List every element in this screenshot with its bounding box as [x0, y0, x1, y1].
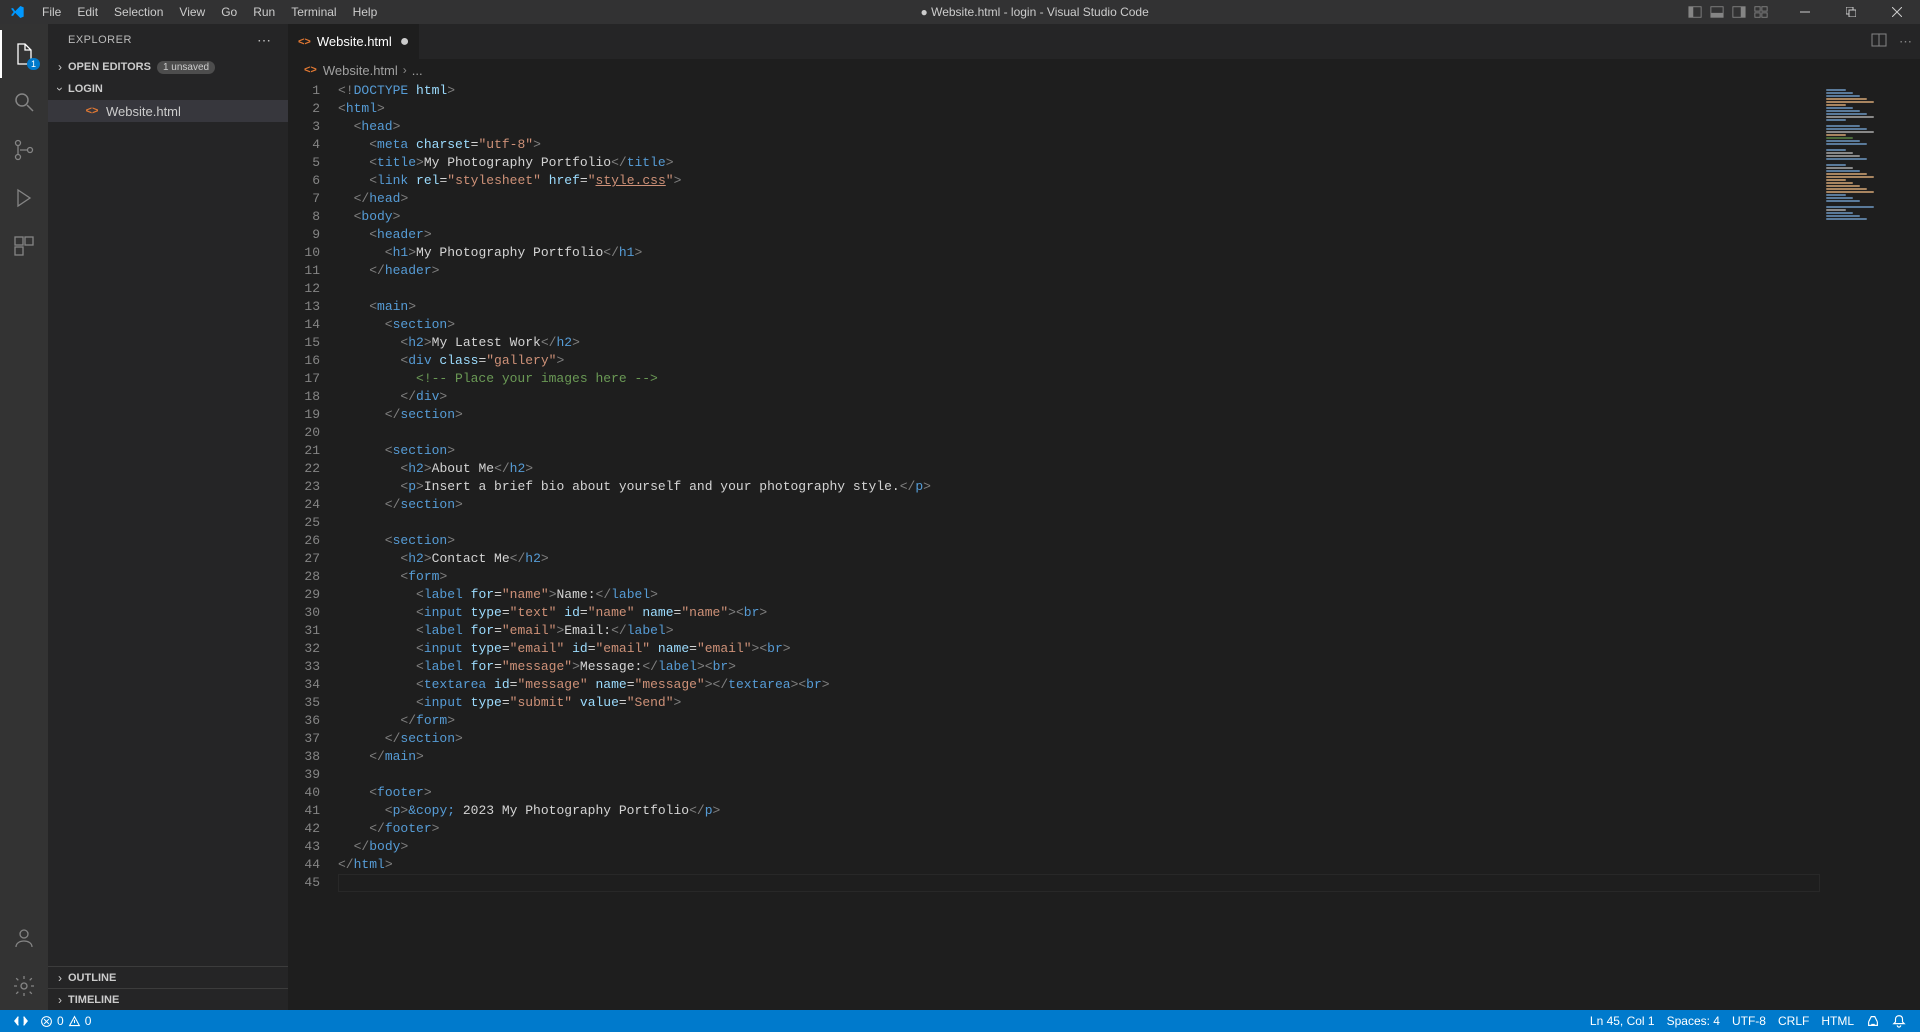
- notifications-icon[interactable]: [1886, 1014, 1912, 1028]
- menu-file[interactable]: File: [34, 0, 69, 24]
- indentation[interactable]: Spaces: 4: [1661, 1014, 1726, 1028]
- language-mode[interactable]: HTML: [1815, 1014, 1860, 1028]
- encoding[interactable]: UTF-8: [1726, 1014, 1772, 1028]
- close-button[interactable]: [1874, 0, 1920, 24]
- outline-section[interactable]: › OUTLINE: [48, 966, 288, 988]
- outline-label: OUTLINE: [68, 972, 116, 984]
- status-bar: 0 0 Ln 45, Col 1 Spaces: 4 UTF-8 CRLF HT…: [0, 1010, 1920, 1032]
- chevron-right-icon: ›: [52, 993, 68, 1007]
- menu-run[interactable]: Run: [245, 0, 283, 24]
- file-tree-item[interactable]: <> Website.html: [48, 100, 288, 122]
- activity-accounts[interactable]: [0, 914, 48, 962]
- dirty-indicator-icon: ●: [400, 33, 410, 51]
- explorer-sidebar: EXPLORER ⋯ › OPEN EDITORS 1 unsaved › LO…: [48, 24, 288, 1010]
- timeline-section[interactable]: › TIMELINE: [48, 988, 288, 1010]
- activity-extensions[interactable]: [0, 222, 48, 270]
- chevron-right-icon: ›: [52, 971, 68, 985]
- feedback-icon[interactable]: [1860, 1014, 1886, 1028]
- menu-help[interactable]: Help: [345, 0, 386, 24]
- activity-run-debug[interactable]: [0, 174, 48, 222]
- toggle-secondary-sidebar-icon[interactable]: [1728, 5, 1750, 19]
- vscode-logo-icon: [0, 4, 34, 20]
- folder-section[interactable]: › LOGIN: [48, 78, 288, 100]
- open-editors-label: OPEN EDITORS: [68, 61, 151, 73]
- line-numbers: 1234567891011121314151617181920212223242…: [288, 81, 338, 1010]
- file-name: Website.html: [106, 104, 181, 119]
- explorer-more-icon[interactable]: ⋯: [257, 32, 272, 49]
- chevron-down-icon: ›: [53, 81, 67, 97]
- titlebar: FileEditSelectionViewGoRunTerminalHelp ●…: [0, 0, 1920, 24]
- remote-button[interactable]: [8, 1010, 34, 1032]
- explorer-header: EXPLORER ⋯: [48, 24, 288, 56]
- breadcrumb-file: Website.html: [323, 63, 398, 78]
- activity-bar: 1: [0, 24, 48, 1010]
- explorer-title: EXPLORER: [68, 34, 132, 46]
- timeline-label: TIMELINE: [68, 994, 119, 1006]
- menu-view[interactable]: View: [171, 0, 213, 24]
- window-title: ● Website.html - login - Visual Studio C…: [385, 5, 1684, 19]
- tab-title: Website.html: [317, 34, 392, 49]
- breadcrumb[interactable]: <> Website.html › ...: [288, 59, 1920, 81]
- explorer-badge: 1: [27, 58, 40, 70]
- folder-name: LOGIN: [68, 83, 103, 95]
- html-file-icon: <>: [304, 64, 317, 76]
- chevron-right-icon: ›: [52, 60, 68, 74]
- html-file-icon: <>: [84, 103, 100, 119]
- split-editor-icon[interactable]: [1871, 32, 1887, 51]
- unsaved-badge: 1 unsaved: [157, 61, 215, 74]
- customize-layout-icon[interactable]: [1750, 5, 1772, 19]
- errors-count: 0: [57, 1014, 64, 1028]
- code-content[interactable]: <!DOCTYPE html><html> <head> <meta chars…: [338, 81, 1820, 1010]
- html-file-icon: <>: [298, 36, 311, 48]
- breadcrumb-symbol: ...: [412, 63, 423, 78]
- problems-button[interactable]: 0 0: [34, 1010, 97, 1032]
- activity-search[interactable]: [0, 78, 48, 126]
- menu-selection[interactable]: Selection: [106, 0, 171, 24]
- editor-area: <> Website.html ● ⋯ <> Website.html › ..…: [288, 24, 1920, 1010]
- layout-controls: [1684, 5, 1772, 19]
- menu-go[interactable]: Go: [213, 0, 245, 24]
- maximize-button[interactable]: [1828, 0, 1874, 24]
- activity-source-control[interactable]: [0, 126, 48, 174]
- open-editors-section[interactable]: › OPEN EDITORS 1 unsaved: [48, 56, 288, 78]
- toggle-panel-icon[interactable]: [1706, 5, 1728, 19]
- menu-terminal[interactable]: Terminal: [283, 0, 344, 24]
- menu-edit[interactable]: Edit: [69, 0, 106, 24]
- more-actions-icon[interactable]: ⋯: [1899, 34, 1912, 50]
- eol[interactable]: CRLF: [1772, 1014, 1815, 1028]
- activity-settings[interactable]: [0, 962, 48, 1010]
- warnings-count: 0: [85, 1014, 92, 1028]
- minimap[interactable]: [1820, 81, 1920, 1010]
- menu-bar: FileEditSelectionViewGoRunTerminalHelp: [34, 0, 385, 24]
- activity-explorer[interactable]: 1: [0, 30, 48, 78]
- editor-tabs: <> Website.html ● ⋯: [288, 24, 1920, 59]
- editor-tab[interactable]: <> Website.html ●: [288, 24, 420, 59]
- chevron-right-icon: ›: [403, 63, 407, 77]
- toggle-primary-sidebar-icon[interactable]: [1684, 5, 1706, 19]
- minimize-button[interactable]: [1782, 0, 1828, 24]
- editor-body[interactable]: 1234567891011121314151617181920212223242…: [288, 81, 1920, 1010]
- cursor-position[interactable]: Ln 45, Col 1: [1584, 1014, 1661, 1028]
